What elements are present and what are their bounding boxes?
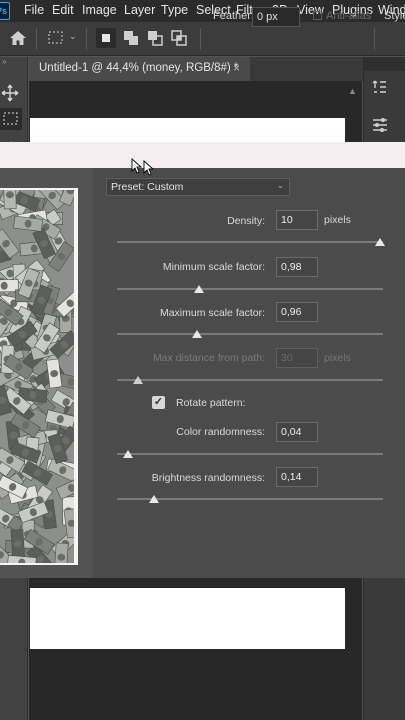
max-distance-label: Max distance from path:: [152, 352, 265, 364]
rotate-pattern-label: Rotate pattern:: [176, 397, 246, 409]
max-distance-input: 30: [276, 348, 318, 368]
antialias-checkbox[interactable]: [313, 11, 322, 20]
max-distance-slider-thumb: [133, 376, 144, 384]
document-canvas[interactable]: [30, 118, 345, 142]
density-input[interactable]: 10: [276, 210, 318, 230]
menu-type[interactable]: Type: [161, 3, 188, 17]
density-label: Density:: [227, 215, 265, 227]
style-label: Style: [384, 10, 405, 22]
feather-input[interactable]: 0 px: [252, 7, 300, 27]
min-scale-slider-track[interactable]: [117, 288, 383, 290]
panel-dock-header: [363, 57, 405, 71]
max-distance-slider-track: [117, 379, 383, 381]
marquee-tool-button[interactable]: [0, 108, 22, 130]
menu-image[interactable]: Image: [82, 3, 117, 17]
collapse-arrows-icon[interactable]: »: [2, 57, 6, 66]
max-scale-input[interactable]: 0,96: [276, 302, 318, 322]
rotate-pattern-checkbox[interactable]: ✓: [152, 396, 165, 409]
menu-edit[interactable]: Edit: [52, 3, 74, 17]
color-randomness-label: Color randomness:: [176, 426, 265, 438]
max-scale-slider-track[interactable]: [117, 333, 383, 335]
color-randomness-slider-thumb[interactable]: [122, 450, 133, 458]
document-canvas[interactable]: [30, 588, 345, 649]
pattern-preview-image: [0, 190, 74, 563]
new-selection-button[interactable]: [96, 28, 116, 48]
antialias-label: Anti-alias: [326, 10, 372, 22]
min-scale-label: Minimum scale factor:: [162, 261, 265, 273]
menu-layer[interactable]: Layer: [124, 3, 155, 17]
options-divider: [36, 28, 37, 50]
history-panel-icon[interactable]: [371, 78, 389, 101]
density-slider-thumb[interactable]: [375, 238, 386, 246]
home-icon[interactable]: [9, 30, 27, 49]
menu-file[interactable]: File: [24, 3, 44, 17]
density-unit: pixels: [324, 214, 351, 226]
intersect-selection-icon[interactable]: [170, 29, 188, 52]
document-tab[interactable]: Untitled-1 @ 44,4% (money, RGB/8#) *: [29, 57, 250, 81]
density-slider-track[interactable]: [117, 241, 383, 243]
brightness-randomness-slider-thumb[interactable]: [149, 495, 160, 503]
color-randomness-input[interactable]: 0,04: [276, 422, 318, 442]
subtract-selection-icon[interactable]: [146, 29, 164, 52]
chevron-down-icon[interactable]: ⌄: [277, 181, 284, 190]
move-tool-icon[interactable]: [1, 84, 19, 107]
options-divider: [200, 28, 201, 50]
max-distance-unit: pixels: [324, 352, 351, 364]
settings-panel: [93, 168, 405, 578]
brightness-randomness-label: Brightness randomness:: [151, 472, 265, 484]
close-tab-icon[interactable]: ×: [233, 61, 240, 75]
photoshop-logo: Ps: [0, 2, 10, 20]
adjustments-panel-icon[interactable]: [371, 116, 389, 139]
add-selection-icon[interactable]: [122, 29, 140, 52]
min-scale-input[interactable]: 0,98: [276, 257, 318, 277]
scroll-up-arrow-icon[interactable]: ▲: [348, 86, 357, 96]
marquee-tool-icon[interactable]: [48, 31, 64, 50]
options-divider: [86, 28, 87, 50]
dialog-title-bar[interactable]: [0, 142, 405, 168]
max-scale-label: Maximum scale factor:: [159, 307, 265, 319]
chevron-down-icon[interactable]: ⌄: [69, 31, 77, 42]
max-scale-slider-thumb[interactable]: [191, 330, 202, 338]
mouse-cursor-icon: [131, 157, 155, 181]
brightness-randomness-input[interactable]: 0,14: [276, 467, 318, 487]
color-randomness-slider-track[interactable]: [117, 453, 383, 455]
min-scale-slider-thumb[interactable]: [194, 285, 205, 293]
options-divider: [374, 28, 375, 50]
feather-label: Feather:: [213, 10, 254, 22]
